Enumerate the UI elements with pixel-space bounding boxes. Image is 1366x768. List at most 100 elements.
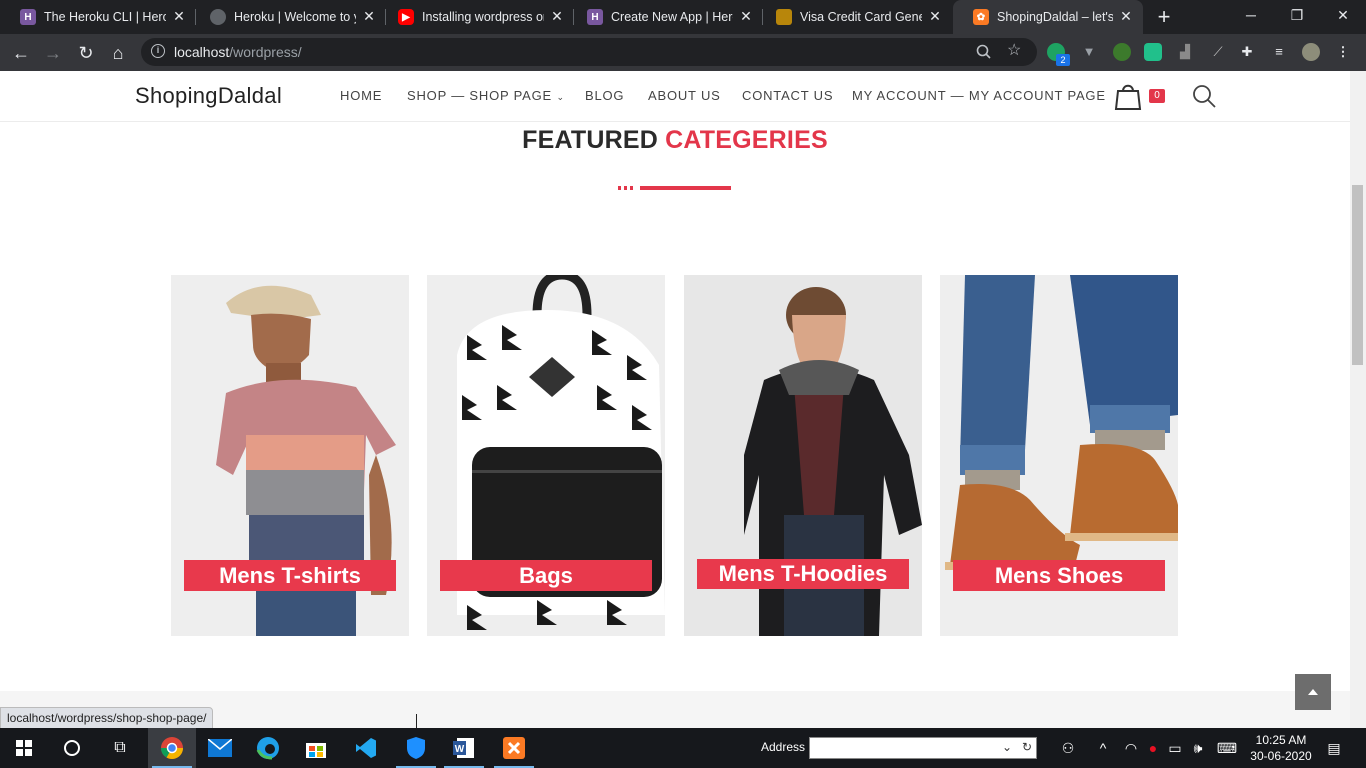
category-card-bags[interactable]: Bags <box>427 275 665 636</box>
home-button[interactable]: ⌂ <box>106 41 130 65</box>
search-button[interactable] <box>48 728 96 768</box>
taskbar-edge[interactable] <box>244 728 292 768</box>
close-icon[interactable]: ✕ <box>1118 8 1134 24</box>
link-status-bubble: localhost/wordpress/shop-shop-page/ <box>0 707 214 730</box>
people-icon[interactable]: ⚇ <box>1058 739 1078 757</box>
globe-icon <box>210 9 226 25</box>
taskbar-mail[interactable] <box>196 728 244 768</box>
youtube-icon: ▶ <box>398 9 414 25</box>
site-info-icon[interactable]: i <box>151 44 165 58</box>
start-button[interactable] <box>0 728 48 768</box>
cart-bag-icon[interactable] <box>1113 81 1143 111</box>
close-icon[interactable]: ✕ <box>171 8 187 24</box>
chevron-down-icon[interactable]: ⌄ <box>1002 740 1012 754</box>
extension-teal-icon[interactable] <box>1144 43 1162 61</box>
taskbar-chrome[interactable] <box>148 728 196 768</box>
windows-logo-icon <box>16 740 32 756</box>
extensions-puzzle-icon[interactable]: ✚ <box>1238 43 1256 61</box>
taskbar-xampp[interactable] <box>490 728 538 768</box>
xampp-icon <box>503 737 525 759</box>
menu-item-my-account[interactable]: MY ACCOUNT — MY ACCOUNT PAGE <box>852 88 1106 103</box>
volume-icon[interactable]: 🕪 <box>1188 739 1208 757</box>
tab-heroku-welcome[interactable]: Heroku | Welcome to your new app ✕ <box>190 0 386 34</box>
extension-tool-icon[interactable]: ⟋ <box>1209 43 1227 61</box>
store-bag-icon <box>306 743 326 758</box>
close-icon[interactable]: ✕ <box>738 8 754 24</box>
menu-item-home[interactable]: HOME <box>340 88 382 103</box>
battery-icon[interactable]: ▭ <box>1166 739 1184 757</box>
web-page: ShopingDaldal HOME SHOP — SHOP PAGE ⌄ BL… <box>0 71 1350 728</box>
browser-toolbar: ← → ↻ ⌂ i localhost/wordpress/ ☆ 2 ▼ ▟ ⟋… <box>0 34 1366 71</box>
keyboard-icon[interactable]: ⌨ <box>1214 739 1240 757</box>
tab-title: The Heroku CLI | Heroku <box>44 10 166 24</box>
extension-badge: 2 <box>1056 54 1070 66</box>
extension-chart-icon[interactable]: ▟ <box>1176 43 1194 61</box>
title-accent: CATEGERIES <box>665 126 828 154</box>
address-bar[interactable]: i localhost/wordpress/ ☆ <box>141 38 1037 66</box>
minimize-button[interactable]: ─ <box>1228 0 1274 30</box>
taskbar-store[interactable] <box>292 728 340 768</box>
url-text[interactable]: localhost/wordpress/ <box>174 44 302 60</box>
chrome-menu-icon[interactable]: ⋮ <box>1334 43 1352 61</box>
network-error-icon[interactable]: ● <box>1144 739 1162 757</box>
task-view-button[interactable]: ⧉ <box>96 728 144 768</box>
back-button[interactable]: ← <box>9 41 33 65</box>
category-label[interactable]: Mens T-shirts <box>184 560 396 591</box>
cart-count-badge[interactable]: 0 <box>1149 89 1165 103</box>
clock-time: 10:25 AM <box>1255 733 1307 747</box>
vscode-icon <box>356 738 376 758</box>
close-icon[interactable]: ✕ <box>549 8 565 24</box>
reload-button[interactable]: ↻ <box>74 41 98 65</box>
media-control-icon[interactable]: ≡ <box>1270 43 1288 61</box>
page-scrollbar[interactable] <box>1350 71 1366 728</box>
extension-dark-green-icon[interactable] <box>1113 43 1131 61</box>
text-cursor <box>416 714 417 728</box>
profile-avatar[interactable] <box>1302 43 1320 61</box>
category-card-shoes[interactable]: Mens Shoes <box>940 275 1178 636</box>
go-refresh-icon[interactable]: ↻ <box>1022 740 1032 754</box>
menu-item-blog[interactable]: BLOG <box>585 88 624 103</box>
vue-devtools-icon[interactable]: ▼ <box>1080 43 1098 61</box>
edge-icon <box>256 737 279 760</box>
category-label[interactable]: Mens Shoes <box>953 560 1165 591</box>
category-label[interactable]: Mens T-Hoodies <box>697 559 909 589</box>
taskbar-defender[interactable] <box>392 728 440 768</box>
category-card-tshirts[interactable]: Mens T-shirts <box>171 275 409 636</box>
zoom-search-icon[interactable] <box>975 43 993 61</box>
tab-heroku-cli[interactable]: H The Heroku CLI | Heroku ✕ <box>0 0 196 34</box>
system-clock[interactable]: 10:25 AM 30-06-2020 <box>1245 732 1317 764</box>
category-label[interactable]: Bags <box>440 560 652 591</box>
scroll-to-top-button[interactable] <box>1295 674 1331 710</box>
new-tab-button[interactable]: + <box>1153 6 1175 28</box>
search-icon[interactable] <box>1191 83 1217 109</box>
close-icon[interactable]: ✕ <box>361 8 377 24</box>
address-toolbar-input[interactable]: ⌄ ↻ <box>809 737 1037 759</box>
menu-item-about[interactable]: ABOUT US <box>648 88 721 103</box>
action-center-icon[interactable]: ▤ <box>1324 739 1344 757</box>
svg-text:W: W <box>455 744 465 755</box>
site-logo[interactable]: ShopingDaldal <box>135 83 282 109</box>
forward-button[interactable]: → <box>41 41 65 65</box>
bookmark-star-icon[interactable]: ☆ <box>1007 42 1025 60</box>
tab-visa-generator[interactable]: Visa Credit Card Generator ✕ <box>756 0 952 34</box>
tab-title: Heroku | Welcome to your new app <box>234 10 356 24</box>
menu-item-shop[interactable]: SHOP — SHOP PAGE ⌄ <box>407 88 565 103</box>
tab-installing-wordpress[interactable]: ▶ Installing wordpress on ✕ <box>378 0 574 34</box>
menu-item-contact[interactable]: CONTACT US <box>742 88 833 103</box>
mail-icon <box>208 739 232 757</box>
tab-create-new-app[interactable]: H Create New App | Heroku ✕ <box>567 0 763 34</box>
maximize-button[interactable]: ❐ <box>1274 0 1320 30</box>
title-divider <box>618 177 731 190</box>
taskbar-vscode[interactable] <box>342 728 390 768</box>
category-card-hoodies[interactable]: Mens T-Hoodies <box>684 275 922 636</box>
url-host: localhost <box>174 44 230 60</box>
show-hidden-icons-chevron[interactable]: ^ <box>1094 739 1112 757</box>
close-icon[interactable]: ✕ <box>927 8 943 24</box>
wifi-icon[interactable]: ◠ <box>1120 739 1142 757</box>
scrollbar-thumb[interactable] <box>1352 185 1363 365</box>
taskbar-word[interactable]: W <box>440 728 488 768</box>
arrow-up-icon <box>1308 689 1318 695</box>
shield-icon <box>407 737 425 759</box>
tab-shopingdaldal[interactable]: ✿ ShopingDaldal – let's go ✕ <box>953 0 1143 34</box>
close-window-button[interactable]: ✕ <box>1320 0 1366 30</box>
